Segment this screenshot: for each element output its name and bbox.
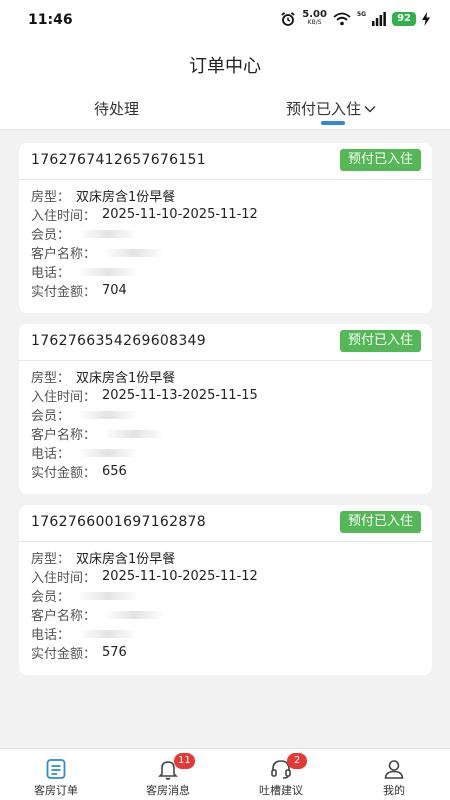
redacted-value: [78, 229, 139, 238]
paid-row: 实付金额： 576: [31, 645, 127, 662]
paid-value: 656: [102, 464, 127, 479]
paid-row: 实付金额： 704: [31, 283, 127, 300]
order-card[interactable]: 1762766001697162878 预付已入住 房型： 双床房含1份早餐 入住…: [19, 505, 432, 675]
order-card-header: 1762767412657676151 预付已入住: [19, 143, 432, 180]
redacted-value: [78, 629, 139, 638]
stay-time-row: 入住时间： 2025-11-13-2025-11-15: [31, 388, 258, 405]
status-badge: 预付已入住: [339, 330, 421, 352]
tabbar-item-room-messages[interactable]: 11 客房消息: [112, 749, 224, 800]
stay-time-row: 入住时间： 2025-11-10-2025-11-12: [31, 569, 258, 586]
redacted-value: [78, 267, 139, 276]
redacted-value: [104, 610, 165, 619]
header: 订单中心 待处理 预付已入住: [0, 42, 450, 130]
signal-icon: [372, 12, 386, 26]
unread-badge: 11: [174, 753, 195, 769]
user-icon: [384, 760, 404, 779]
tabbar-item-feedback[interactable]: 2 吐槽建议: [225, 749, 337, 800]
order-details: 房型： 双床房含1份早餐 入住时间： 2025-11-13-2025-11-15 会…: [19, 361, 432, 481]
member-row: 会员：: [31, 224, 420, 243]
order-card[interactable]: 1762766354269608349 预付已入住 房型： 双床房含1份早餐 入住…: [19, 324, 432, 494]
wifi-icon: [333, 12, 351, 26]
status-icons: 5.00 KB/S 5G 92: [280, 9, 430, 27]
redacted-value: [78, 591, 139, 600]
status-badge: 预付已入住: [339, 511, 421, 533]
redacted-value: [104, 248, 165, 257]
charging-icon: [422, 12, 430, 26]
phone-row: 电话：: [31, 262, 420, 281]
tab-prepaid-checked-in[interactable]: 预付已入住: [286, 98, 376, 119]
tab-pending[interactable]: 待处理: [94, 98, 139, 119]
alarm-icon: [281, 12, 295, 26]
redacted-value: [78, 448, 139, 457]
status-badge: 预付已入住: [339, 149, 421, 171]
net-speed: 5.00 KB/S: [302, 9, 327, 27]
order-number: 1762766354269608349: [31, 333, 206, 349]
paid-row: 实付金额： 656: [31, 464, 127, 481]
order-details: 房型： 双床房含1份早餐 入住时间： 2025-11-10-2025-11-12 会…: [19, 542, 432, 662]
status-time: 11:46: [28, 12, 73, 28]
tabbar-label: 我的: [383, 784, 405, 797]
tabbar-label: 吐槽建议: [259, 784, 303, 797]
customer-row: 客户名称：: [31, 243, 420, 262]
order-details: 房型： 双床房含1份早餐 入住时间： 2025-11-10-2025-11-12 会…: [19, 180, 432, 300]
tabbar-item-room-orders[interactable]: 客房订单: [0, 749, 112, 800]
paid-value: 704: [102, 283, 127, 298]
redacted-value: [104, 429, 165, 438]
room-type-value: 双床房含1份早餐: [76, 190, 176, 205]
status-bar: 11:46 5.00 KB/S 5G 92: [0, 0, 450, 42]
phone-row: 电话：: [31, 624, 420, 643]
tab-label: 待处理: [94, 100, 140, 118]
redacted-value: [78, 410, 139, 419]
order-number: 1762767412657676151: [31, 152, 206, 168]
room-type-row: 房型： 双床房含1份早餐: [31, 367, 420, 386]
order-card-header: 1762766354269608349 预付已入住: [19, 324, 432, 361]
room-type-value: 双床房含1份早餐: [76, 552, 176, 567]
stay-time-row: 入住时间： 2025-11-10-2025-11-12: [31, 207, 258, 224]
member-row: 会员：: [31, 405, 420, 424]
phone-row: 电话：: [31, 443, 420, 462]
member-row: 会员：: [31, 586, 420, 605]
unread-badge: 2: [287, 753, 307, 769]
room-type-row: 房型： 双床房含1份早餐: [31, 186, 420, 205]
room-type-row: 房型： 双床房含1份早餐: [31, 548, 420, 567]
order-card-header: 1762766001697162878 预付已入住: [19, 505, 432, 542]
page-title: 订单中心: [189, 56, 261, 77]
customer-row: 客户名称：: [31, 424, 420, 443]
room-type-value: 双床房含1份早餐: [76, 371, 176, 386]
tabbar-item-mine[interactable]: 我的: [338, 749, 450, 800]
customer-row: 客户名称：: [31, 605, 420, 624]
paid-value: 576: [102, 645, 127, 660]
battery-indicator: 92: [392, 12, 416, 26]
stay-time-value: 2025-11-10-2025-11-12: [102, 207, 258, 222]
active-tab-indicator: [321, 121, 345, 125]
stay-time-value: 2025-11-10-2025-11-12: [102, 569, 258, 584]
chevron-down-icon: [364, 105, 376, 112]
order-list-icon: [46, 759, 66, 779]
network-type: 5G: [356, 10, 367, 18]
tabbar-label: 客房订单: [34, 784, 78, 797]
stay-time-value: 2025-11-13-2025-11-15: [102, 388, 258, 403]
tab-label: 预付已入住: [286, 100, 362, 118]
order-number: 1762766001697162878: [31, 514, 206, 530]
tabbar-label: 客房消息: [146, 784, 190, 797]
order-card[interactable]: 1762767412657676151 预付已入住 房型： 双床房含1份早餐 入住…: [19, 143, 432, 313]
bottom-tab-bar: 客房订单 11 客房消息 2 吐槽建议 我的: [0, 748, 450, 800]
